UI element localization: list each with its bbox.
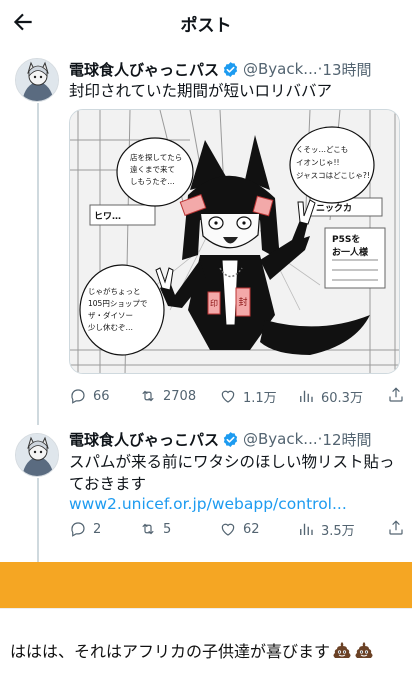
tweet-text-line: ておきます [69, 475, 147, 493]
like-icon [221, 390, 235, 403]
top-bar: ポスト [0, 0, 412, 44]
like-count: 62 [243, 521, 260, 537]
sign-text: ヒワ… [94, 211, 121, 222]
reply-icon [71, 389, 85, 404]
tweet-text: 封印されていた期間が短いロリババア [69, 82, 333, 100]
avatar[interactable] [15, 58, 59, 102]
poop-emoji-icon [355, 642, 373, 658]
tweet-image[interactable]: 封 印 店を探してたら 遠くまで来て しもうたぞ… くそッ…どこも イオンじゃ!… [69, 109, 400, 374]
avatar-illustration [16, 59, 58, 101]
handle[interactable]: @Byack... [243, 430, 318, 448]
tweet-header: 電球食人びゃっこパス @Byack... · 12時間 [69, 428, 372, 450]
reply-count: 2 [93, 521, 102, 537]
divider [0, 608, 412, 609]
timestamp[interactable]: 13時間 [322, 59, 371, 80]
repost-button[interactable]: 2708 [139, 385, 196, 407]
like-button[interactable]: 62 [219, 518, 260, 540]
reply-button[interactable]: 2 [69, 518, 101, 540]
repost-icon [142, 390, 154, 402]
speech-bubble-text: しもうたぞ… [130, 177, 175, 186]
tweet-actions: 66 2708 1.1万 60.3万 [69, 385, 405, 407]
share-icon[interactable] [387, 386, 405, 404]
like-count: 1.1万 [243, 390, 277, 406]
views-icon [300, 523, 313, 535]
sign-text: お一人様 [332, 246, 369, 258]
display-name[interactable]: 電球食人びゃっこパス [69, 59, 219, 80]
speech-bubble-text: じゃがちょっと [88, 286, 141, 296]
verified-badge-icon [223, 431, 238, 447]
thread-line [37, 103, 39, 425]
tweet-text: スパムが来る前にワタシのほしい物リスト貼っ ておきます [69, 451, 399, 495]
poop-emoji-icon [333, 642, 351, 658]
tweet-header: 電球食人びゃっこパス @Byack... · 13時間 [69, 58, 372, 80]
tweet-link[interactable]: www2.unicef.or.jp/webapp/control... [69, 493, 399, 515]
reply-count: 66 [93, 388, 110, 404]
speech-bubble-text: 遠くまで来て [130, 164, 175, 174]
page-title: ポスト [180, 16, 232, 36]
speech-bubble-text: ザ・ダイソー [88, 310, 133, 320]
views-count: 60.3万 [321, 390, 363, 406]
tag-text: 印 [210, 299, 218, 308]
tag-text: 封 [238, 296, 247, 308]
speech-bubble-text: 105円ショップで [88, 299, 147, 308]
views-button[interactable]: 60.3万 [297, 385, 363, 407]
like-icon [221, 523, 235, 536]
reply-button[interactable]: 66 [69, 385, 110, 407]
handle[interactable]: @Byack... [243, 60, 318, 78]
speech-bubble-text: 少し休むぞ… [88, 322, 133, 332]
speech-bubble-text: ジャスコはどこじゃ?! [296, 171, 370, 180]
tweet-actions: 2 5 62 3.5万 [69, 518, 405, 540]
views-icon [300, 390, 313, 402]
views-count: 3.5万 [321, 523, 355, 539]
repost-icon [142, 523, 154, 535]
reply-icon [71, 522, 85, 537]
repost-count: 2708 [163, 388, 197, 404]
views-button[interactable]: 3.5万 [297, 518, 355, 540]
sign-text: P5Sを [332, 234, 360, 245]
verified-badge-icon [223, 61, 238, 77]
timestamp[interactable]: 12時間 [322, 429, 371, 450]
avatar[interactable] [15, 433, 59, 477]
display-name[interactable]: 電球食人びゃっこパス [69, 429, 219, 450]
sign-text: ニックカ [316, 203, 352, 214]
avatar-illustration [16, 434, 58, 476]
speech-bubble-text: 店を探してたら [130, 152, 182, 162]
tweet-text-line: スパムが来る前にワタシのほしい物リスト貼っ [69, 453, 395, 471]
repost-button[interactable]: 5 [139, 518, 171, 540]
highlight-bar [0, 562, 412, 608]
repost-count: 5 [163, 521, 172, 537]
manga-panel: 封 印 店を探してたら 遠くまで来て しもうたぞ… くそッ…どこも イオンじゃ!… [70, 110, 399, 373]
comment-text: ははは、それはアフリカの子供達が喜びます [10, 642, 331, 661]
speech-bubble-text: イオンじゃ!! [296, 158, 340, 167]
like-button[interactable]: 1.1万 [219, 385, 277, 407]
thread-line [37, 478, 39, 562]
reply-comment: ははは、それはアフリカの子供達が喜びます [10, 638, 374, 662]
share-icon[interactable] [387, 519, 405, 537]
speech-bubble-text: くそッ…どこも [296, 145, 348, 154]
